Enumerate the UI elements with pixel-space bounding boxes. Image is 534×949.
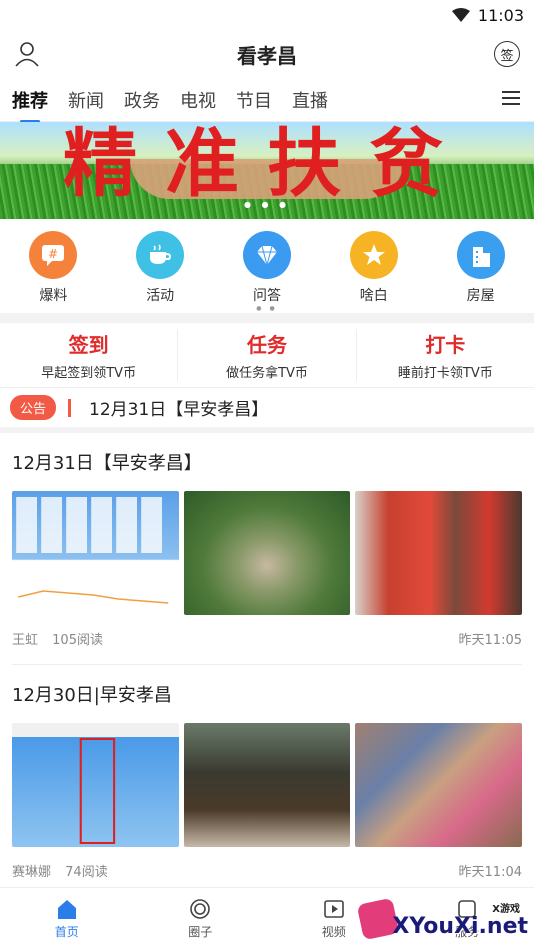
aerial-village-image (183, 491, 351, 615)
watermark-text: XYouXi.net (392, 914, 528, 939)
cup-icon (136, 231, 185, 279)
task-title: 打卡 (425, 333, 466, 357)
nav-label: 圈子 (188, 924, 213, 939)
status-time: 11:03 (477, 5, 524, 25)
weather-forecast-image (12, 491, 179, 615)
hash-icon: # (29, 231, 78, 279)
wifi-icon (451, 8, 470, 22)
article-images (12, 491, 523, 615)
announcement-divider (68, 398, 72, 417)
svg-text:#: # (48, 247, 58, 261)
star-icon (349, 231, 398, 279)
banner-slogan: 精准扶贫 (63, 122, 471, 207)
circle-icon (190, 898, 211, 919)
article-title: 12月31日【早安孝昌】 (12, 453, 202, 474)
bottom-nav: 首页 圈子 视频 服务 X游戏 XYouXi.net (0, 887, 534, 949)
article-title: 12月30日|早安孝昌 (12, 685, 172, 706)
diamond-icon (242, 231, 291, 279)
weather-forecast-image (12, 723, 179, 847)
announcement-badge: 公告 (10, 395, 57, 420)
article-reads: 105阅读 (52, 633, 103, 648)
crowd-image (355, 723, 523, 847)
task-desc: 睡前打卡领TV币 (397, 366, 493, 381)
task-title: 任务 (246, 333, 287, 357)
article-card[interactable]: 12月30日|早安孝昌 赛琳娜 74阅读 昨天11:04 (0, 665, 534, 897)
video-icon (323, 899, 344, 918)
task-title: 签到 (68, 333, 109, 357)
poverty-event-image (355, 491, 523, 615)
nav-circle[interactable]: 圈子 (155, 898, 245, 940)
article-card[interactable]: 12月31日【早安孝昌】 王虹 105阅读 昨天11:05 (0, 433, 534, 665)
quick-action-label: 啥白 (359, 288, 388, 304)
home-icon (57, 899, 76, 919)
watermark-small-text: X游戏 (492, 904, 520, 915)
nav-label: 首页 (54, 924, 79, 939)
article-author: 王虹 (12, 633, 39, 648)
watermark: X游戏 XYouXi.net (392, 904, 528, 939)
quick-action-housing[interactable]: 房屋 (441, 231, 521, 319)
punch-card[interactable]: 打卡 睡前打卡领TV币 (357, 329, 534, 381)
article-images (12, 723, 523, 847)
menu-icon[interactable] (502, 90, 520, 106)
sign-in-button[interactable]: 签 (494, 41, 520, 67)
checkin-card[interactable]: 签到 早起签到领TV币 (0, 329, 179, 381)
announcement-bar[interactable]: 公告 12月31日【早安孝昌】 (0, 387, 534, 427)
article-time: 昨天11:05 (458, 633, 522, 648)
greenhouse-farmer-image (183, 723, 351, 847)
task-row: 签到 早起签到领TV币 任务 做任务拿TV币 打卡 睡前打卡领TV币 (0, 323, 534, 387)
status-bar: 11:03 (0, 0, 534, 30)
tab-live[interactable]: 直播 (292, 87, 328, 113)
category-tabs: 推荐 新闻 政务 电视 节目 直播 (0, 78, 534, 123)
tab-programs[interactable]: 节目 (236, 87, 272, 113)
tab-tv[interactable]: 电视 (180, 87, 216, 113)
article-meta: 王虹 105阅读 昨天11:05 (12, 615, 522, 665)
article-time: 昨天11:04 (458, 865, 522, 880)
quick-action-label: 活动 (146, 288, 175, 304)
article-author: 赛琳娜 (12, 865, 52, 880)
nav-home[interactable]: 首页 (22, 898, 112, 940)
tab-recommend[interactable]: 推荐 (12, 87, 48, 123)
nav-label: 视频 (321, 924, 346, 939)
banner-indicator: ● ● ● (243, 200, 291, 209)
quick-action-label: 问答 (252, 288, 281, 304)
announcement-text: 12月31日【早安孝昌】 (89, 400, 269, 420)
user-icon[interactable] (14, 41, 40, 67)
task-desc: 做任务拿TV币 (226, 366, 308, 381)
quick-action-label: 爆料 (39, 288, 68, 304)
quick-action-events[interactable]: 活动 (120, 231, 200, 319)
tab-news[interactable]: 新闻 (68, 87, 104, 113)
page-title: 看孝昌 (237, 43, 297, 68)
article-reads: 74阅读 (65, 865, 108, 880)
app-bar: 看孝昌 签 (0, 30, 534, 78)
mission-card[interactable]: 任务 做任务拿TV币 (178, 329, 357, 381)
quick-action-label: 房屋 (466, 288, 495, 304)
quick-action-chat[interactable]: 啥白 (334, 231, 414, 319)
quick-action-report[interactable]: # 爆料 (13, 231, 93, 319)
quick-actions: # 爆料 活动 问答 啥白 房屋 (0, 219, 534, 319)
building-icon (456, 231, 505, 279)
task-desc: 早起签到领TV币 (41, 366, 137, 381)
tab-government[interactable]: 政务 (124, 87, 160, 113)
banner-carousel[interactable]: 精准扶贫 ● ● ● (0, 122, 534, 219)
